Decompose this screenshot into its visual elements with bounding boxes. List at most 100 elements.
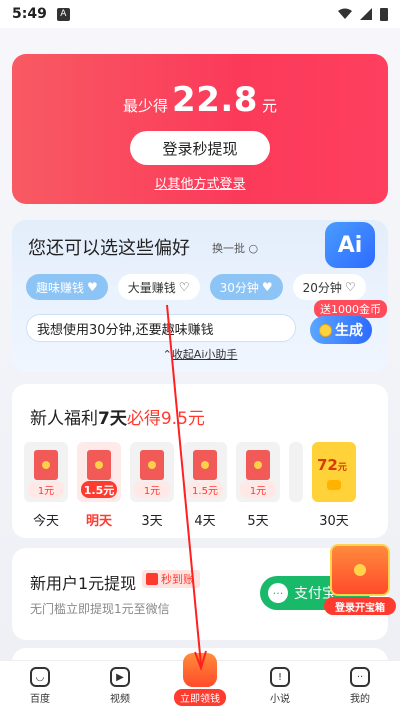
login-withdraw-button[interactable]: 登录秒提现 — [130, 131, 270, 165]
red-envelope: 1.5元 — [183, 442, 227, 502]
ai-card-title: 您还可以选这些偏好 — [28, 238, 190, 259]
generate-label: 生成 — [335, 323, 363, 339]
tab-label: 视频 — [110, 694, 130, 705]
newcomer-welfare-card: 新人福利7天必得9.5元 1元 今天 1.5元 明天 1元 3天 1.5元 4天… — [12, 384, 388, 538]
ai-preference-card: 您还可以选这些偏好 换一批 ○ Ai 趣味赚钱 ♥ 大量赚钱 ♡ 30分钟 ♥ 20分… — [12, 220, 388, 372]
money-bag-icon — [146, 573, 158, 585]
day-reward-partial — [289, 442, 303, 529]
envelope-icon — [34, 450, 58, 480]
day-reward-5[interactable]: 1元 5天 — [236, 442, 280, 529]
red-envelope: 1.5元 — [77, 442, 121, 502]
notification-icon: A — [56, 7, 70, 21]
day-label: 明天 — [85, 514, 112, 529]
tab-video[interactable]: ▶ 视频 — [85, 661, 155, 710]
chip-label: 20分钟 — [302, 280, 342, 295]
ai-prompt-input[interactable]: 我想使用30分钟,还要趣味赚钱 — [26, 314, 296, 342]
big-amount-value: 72 — [317, 456, 338, 474]
chip-30-minutes[interactable]: 30分钟 ♥ — [209, 274, 283, 300]
status-time: 5:49 — [12, 6, 47, 22]
treasure-label: 登录开宝箱 — [324, 597, 396, 615]
chip-label: 趣味赚钱 — [36, 280, 85, 295]
red-envelope: 1元 — [130, 442, 174, 502]
gold-envelope: 72元 — [312, 442, 356, 502]
generate-button[interactable]: 生成 — [310, 316, 372, 344]
wifi-icon — [338, 8, 352, 19]
day-amount: 1元 — [28, 481, 64, 498]
day-amount: 1元 — [134, 481, 170, 498]
collapse-label: 收起Ai小助手 — [171, 348, 238, 361]
instant-badge: 秒到账 — [142, 570, 200, 588]
status-bar: 5:49 A — [0, 0, 400, 28]
envelope-icon — [193, 450, 217, 480]
amount-value: 22.8 — [172, 80, 258, 120]
day-reward-2[interactable]: 1.5元 明天 — [77, 442, 121, 529]
money-gift-icon — [183, 653, 217, 687]
welfare-title: 新人福利7天必得9.5元 — [30, 404, 205, 429]
chip-label: 大量赚钱 — [127, 280, 176, 295]
amount-unit: 元 — [261, 97, 277, 115]
tab-novel[interactable]: ! 小说 — [245, 661, 315, 710]
status-icons — [338, 7, 388, 21]
welfare-title-a: 新人福利 — [30, 409, 98, 429]
withdraw-subtitle: 无门槛立即提现1元至微信 — [30, 602, 170, 616]
chip-bulk-earning[interactable]: 大量赚钱 ♡ — [117, 274, 200, 300]
tab-get-money[interactable]: 立即领钱 — [165, 653, 235, 710]
swap-label: 换一批 — [212, 242, 245, 255]
treasure-chest-button[interactable]: 登录开宝箱 — [320, 540, 398, 618]
tab-label: 立即领钱 — [174, 689, 226, 706]
collapse-ai-assistant[interactable]: ⌃收起Ai小助手 — [12, 346, 388, 362]
big-amount-unit: 元 — [337, 463, 347, 473]
day-amount: 1元 — [240, 481, 276, 498]
chip-20-minutes[interactable]: 20分钟 ♡ — [292, 274, 366, 300]
amount-row: 最少得 22.8 元 — [12, 80, 388, 120]
heart-icon: ♥ — [87, 280, 98, 294]
heart-icon: ♥ — [261, 280, 273, 294]
day-label: 5天 — [247, 514, 269, 529]
day-reward-4[interactable]: 1.5元 4天 — [183, 442, 227, 529]
preference-chips: 趣味赚钱 ♥ 大量赚钱 ♡ 30分钟 ♥ 20分钟 ♡ — [26, 274, 376, 300]
amount-prefix: 最少得 — [123, 97, 169, 115]
day-label: 今天 — [32, 514, 59, 529]
day-label: 3天 — [141, 514, 163, 529]
profile-face-icon: ·· — [350, 667, 370, 687]
welfare-title-c: 必得9.5元 — [126, 409, 205, 429]
bottom-nav: ◡ 百度 ▶ 视频 立即领钱 ! 小说 ·· 我的 — [0, 653, 400, 710]
badge-label: 秒到账 — [161, 573, 194, 586]
red-envelope: 1元 — [24, 442, 68, 502]
heart-outline-icon: ♡ — [178, 280, 190, 294]
chat-icon: ··· — [268, 583, 288, 603]
tab-label: 我的 — [350, 694, 370, 705]
day-reward-3[interactable]: 1元 3天 — [130, 442, 174, 529]
hero-card: 最少得 22.8 元 登录秒提现 以其他方式登录 — [12, 54, 388, 204]
tab-baidu[interactable]: ◡ 百度 — [5, 661, 75, 710]
signal-icon — [360, 8, 372, 20]
red-envelope-partial — [289, 442, 303, 502]
battery-icon — [380, 8, 388, 21]
tab-label: 百度 — [30, 694, 50, 705]
chip-fun-earning[interactable]: 趣味赚钱 ♥ — [26, 274, 108, 300]
day-reward-30[interactable]: 72元 30天 — [312, 442, 356, 529]
gift-icon — [327, 480, 341, 490]
heart-outline-icon: ♡ — [344, 280, 356, 294]
baidu-home-icon: ◡ — [30, 667, 50, 687]
day-reward-1[interactable]: 1元 今天 — [24, 442, 68, 529]
play-icon: ▶ — [110, 667, 130, 687]
tab-mine[interactable]: ·· 我的 — [325, 661, 395, 710]
day-rewards: 1元 今天 1.5元 明天 1元 3天 1.5元 4天 1元 5天 72元 30… — [24, 442, 356, 529]
envelope-icon — [246, 450, 270, 480]
envelope-icon — [87, 450, 111, 480]
day-label: 30天 — [319, 514, 349, 529]
swap-batch-button[interactable]: 换一批 ○ — [212, 240, 258, 256]
chip-label: 30分钟 — [219, 280, 259, 295]
withdraw-title: 新用户1元提现 — [30, 574, 137, 593]
other-login-link[interactable]: 以其他方式登录 — [12, 173, 388, 192]
big-amount: 72元 — [317, 456, 347, 474]
tab-label: 小说 — [270, 694, 290, 705]
ai-logo: Ai — [325, 222, 375, 268]
day-amount: 1.5元 — [187, 481, 223, 498]
day-amount: 1.5元 — [81, 481, 117, 498]
envelope-icon — [140, 450, 164, 480]
treasure-chest-icon — [330, 544, 390, 596]
book-icon: ! — [270, 667, 290, 687]
red-envelope: 1元 — [236, 442, 280, 502]
